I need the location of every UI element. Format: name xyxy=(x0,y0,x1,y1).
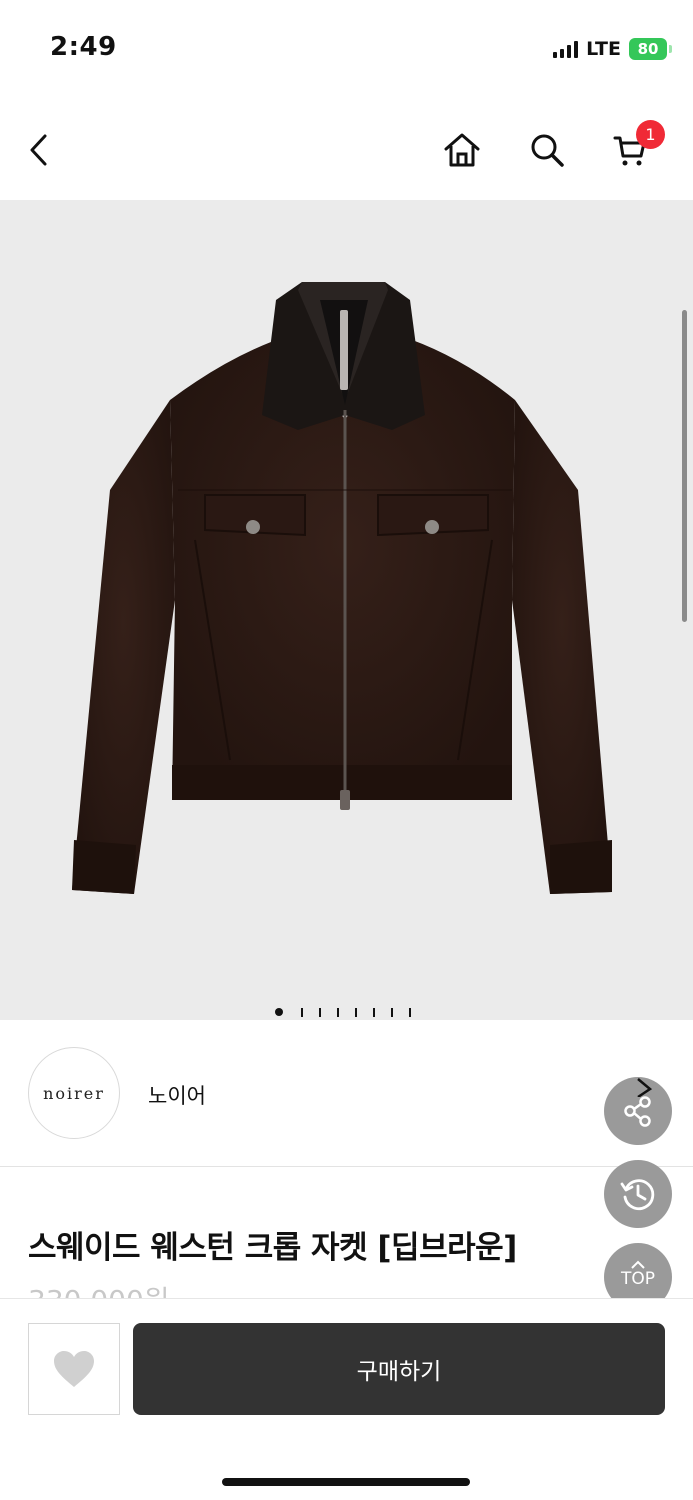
jacket-image xyxy=(72,282,612,894)
top-label: TOP xyxy=(620,1269,656,1289)
collapse-chevron-icon xyxy=(637,1078,653,1097)
status-indicators: LTE 80 xyxy=(553,38,672,60)
history-icon xyxy=(620,1179,655,1211)
search-icon xyxy=(531,134,564,167)
cart-count-badge: 1 xyxy=(636,120,665,149)
pager-dot[interactable] xyxy=(408,1007,411,1017)
pager-dot[interactable] xyxy=(318,1007,321,1017)
battery-level: 80 xyxy=(637,40,659,58)
product-price: 330,000원 xyxy=(28,1284,170,1298)
gallery-pager[interactable] xyxy=(0,1007,693,1017)
search-button[interactable] xyxy=(522,125,572,175)
heart-icon xyxy=(54,1351,94,1387)
pager-dot[interactable] xyxy=(300,1007,303,1017)
brand-name[interactable]: 노이어 xyxy=(148,1080,206,1110)
app-header: 1 xyxy=(0,100,693,200)
network-type: LTE xyxy=(586,38,621,60)
back-button[interactable] xyxy=(14,125,64,175)
battery-icon: 80 xyxy=(629,38,672,60)
buy-button[interactable]: 구매하기 xyxy=(133,1323,665,1415)
pager-dot[interactable] xyxy=(354,1007,357,1017)
product-title: 스웨이드 웨스턴 크롭 자켓 [딥브라운] xyxy=(28,1230,517,1266)
share-icon xyxy=(624,1096,651,1127)
pager-dot[interactable] xyxy=(336,1007,339,1017)
pager-dot-active[interactable] xyxy=(274,1008,283,1016)
bottom-action-bar: 구매하기 xyxy=(0,1298,693,1500)
product-price-text: 330,000원 xyxy=(28,1284,170,1298)
home-button[interactable] xyxy=(437,125,487,175)
home-icon xyxy=(444,133,480,167)
home-indicator xyxy=(222,1478,470,1486)
status-bar: 2:49 LTE 80 xyxy=(0,0,693,100)
back-arrow-icon xyxy=(30,134,47,166)
signal-icon xyxy=(553,40,579,58)
status-time: 2:49 xyxy=(50,32,117,62)
scroll-indicator[interactable] xyxy=(682,310,687,622)
brand-row[interactable]: noirer 노이어 xyxy=(0,1020,693,1167)
recent-history-button[interactable] xyxy=(604,1160,672,1228)
product-image-gallery[interactable] xyxy=(0,200,693,1020)
wishlist-button[interactable] xyxy=(28,1323,120,1415)
brand-logo-text: noirer xyxy=(43,1083,105,1103)
brand-logo[interactable]: noirer xyxy=(28,1047,120,1139)
pager-dot[interactable] xyxy=(390,1007,393,1017)
pager-dot[interactable] xyxy=(372,1007,375,1017)
